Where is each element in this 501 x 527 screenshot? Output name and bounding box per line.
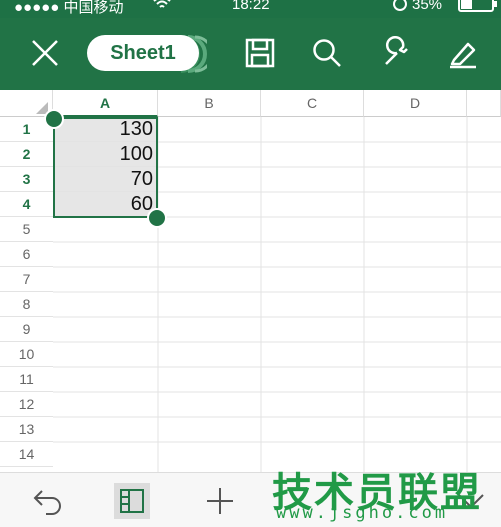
selection-handle-start[interactable] [44,109,64,129]
column-header-e[interactable] [467,90,501,117]
watermark: 技术员联盟 www.jsgho.com [270,460,480,523]
wrench-icon[interactable] [380,35,414,70]
column-header-b[interactable]: B [158,90,261,117]
row-header[interactable]: 14 [0,442,53,467]
carrier-label: ●●●●● 中国移动 [14,0,124,16]
tab-sheet1[interactable]: Sheet1 [87,35,199,71]
row-header[interactable]: 4 [0,192,53,217]
clock-label: 18:22 [232,0,270,13]
battery-label: 35% [412,0,443,13]
search-icon[interactable] [310,36,344,70]
row-header[interactable]: 8 [0,292,53,317]
column-header-d[interactable]: D [364,90,467,117]
spreadsheet-grid[interactable]: A B C D 1 2 3 4 5 6 7 8 9 10 11 12 13 14… [0,90,501,472]
row-header[interactable]: 7 [0,267,53,292]
row-header[interactable]: 2 [0,142,53,167]
row-header[interactable]: 13 [0,417,53,442]
close-icon[interactable] [28,36,62,70]
battery-icon [458,0,498,16]
top-toolbar: Sheet1 [0,18,501,90]
row-header[interactable]: 10 [0,342,53,367]
add-icon[interactable] [202,483,238,519]
rotation-lock-icon [392,0,408,16]
undo-icon[interactable] [30,483,66,519]
save-icon[interactable] [243,36,277,70]
sheet-switcher[interactable]: Sheet1 [87,35,207,73]
row-header[interactable]: 11 [0,367,53,392]
row-header[interactable]: 9 [0,317,53,342]
row-header[interactable]: 12 [0,392,53,417]
gridlines [53,117,501,472]
selection-handle-end[interactable] [147,208,167,228]
panel-icon[interactable] [114,483,150,519]
row-header[interactable]: 3 [0,167,53,192]
status-bar: ●●●●● 中国移动 18:22 35% [0,0,501,18]
wifi-icon [152,0,172,16]
watermark-url: www.jsgho.com [276,503,449,523]
column-header-c[interactable]: C [261,90,364,117]
edit-icon[interactable] [446,36,480,70]
column-header-a[interactable]: A [53,90,158,117]
row-header[interactable]: 5 [0,217,53,242]
row-header[interactable]: 6 [0,242,53,267]
